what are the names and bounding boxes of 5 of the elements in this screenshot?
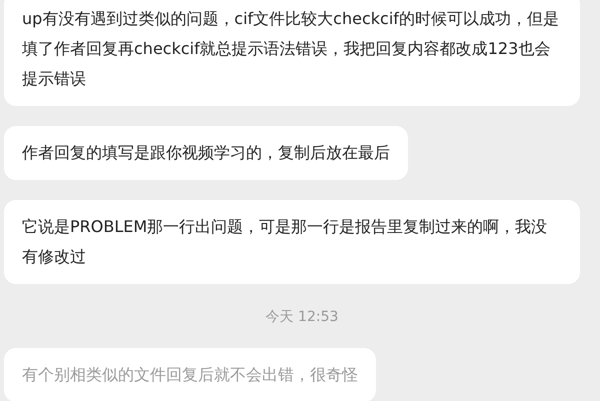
message-bubble: 它说是PROBLEM那一行出问题，可是那一行是报告里复制过来的啊，我没有修改过 <box>4 200 580 284</box>
message-bubble: 作者回复的填写是跟你视频学习的，复制后放在最后 <box>4 126 408 180</box>
message-bubble: 有个别相类似的文件回复后就不会出错，很奇怪 <box>4 348 376 401</box>
timestamp: 今天 12:53 <box>266 308 338 326</box>
message-bubble: up有没有遇到过类似的问题，cif文件比较大checkcif的时候可以成功，但是填了作者回复再checkcif就总提示语法错误，我把回复内容都改成123也会提示错误 <box>4 0 580 106</box>
